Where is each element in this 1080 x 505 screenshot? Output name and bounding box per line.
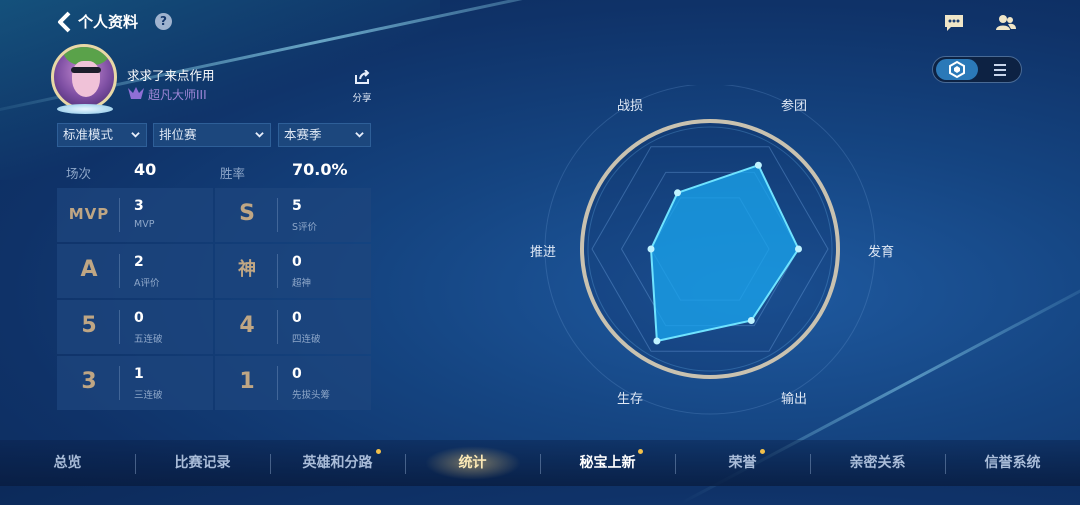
radar-point [647,245,655,253]
chevron-down-icon [355,132,364,138]
stat-value: 2 [134,254,144,270]
page-title: 个人资料 [78,13,139,31]
list-view-button[interactable] [981,59,1019,80]
hexagon-icon [949,60,965,79]
stat-value: 0 [134,310,144,326]
chevron-down-icon [255,132,264,138]
tab-heroes-lanes[interactable]: 英雄和分路 [290,440,385,486]
radar-view-button[interactable] [936,59,978,80]
friends-icon[interactable] [996,13,1016,33]
share-icon [355,69,370,84]
stat-label: S评价 [292,222,318,233]
stat-cell-penta-kill: 5 0 五连破 [57,300,213,354]
mvp-icon: MVP [68,205,110,223]
mode-filter-label: 标准模式 [63,127,114,142]
stat-label: 五连破 [134,334,163,345]
season-filter-label: 本赛季 [284,127,322,142]
stats-grid: MVP 3 MVP S 5 S评价 A 2 A评价 神 0 超神 5 0 五连破… [57,188,371,410]
radar-point [754,161,762,169]
stat-cell-mvp: MVP 3 MVP [57,188,213,242]
rank-badge-icon [128,87,144,99]
s-rating-icon: S [239,201,255,226]
stat-cell-quadra-kill: 4 0 四连破 [215,300,371,354]
rank-label: 超凡大师III [148,88,207,102]
stat-cell-s-rating: S 5 S评价 [215,188,371,242]
tab-overview[interactable]: 总览 [20,440,115,486]
list-icon [994,64,1006,76]
stat-value: 0 [292,310,302,326]
bottom-nav: 总览 比赛记录 英雄和分路 统计 秘宝上新 荣誉 亲密关系 信誉系统 [0,440,1080,486]
stat-value: 0 [292,254,302,270]
back-arrow-icon[interactable] [56,11,74,33]
stat-value: 0 [292,366,302,382]
winrate-label: 胜率 [220,166,246,181]
tab-treasure-new[interactable]: 秘宝上新 [560,440,655,486]
stat-label: 四连破 [292,334,321,345]
stat-cell-a-rating: A 2 A评价 [57,244,213,298]
tab-match-history[interactable]: 比赛记录 [155,440,250,486]
radar-axis-label: 输出 [781,392,808,407]
stat-label: 超神 [292,278,312,289]
tab-credit-system[interactable]: 信誉系统 [965,440,1060,486]
radar-chart: 战损 参团 发育 输出 生存 推进 [520,39,910,415]
radar-axis-label: 战损 [617,99,644,114]
avatar-pedestal [57,104,113,114]
stat-cell-triple-kill: 3 1 三连破 [57,356,213,410]
first-blood-icon: 1 [239,369,255,394]
radar-point [653,337,661,345]
radar-point [795,245,802,253]
stat-label: 三连破 [134,390,163,401]
help-icon[interactable]: ? [155,13,172,30]
tab-new-dot [376,449,381,454]
stat-label: 先拔头筹 [292,390,331,401]
tab-new-dot [760,449,765,454]
stat-label: MVP [134,219,155,230]
tab-new-dot [638,449,643,454]
radar-point [674,189,682,197]
share-button[interactable]: 分享 [350,69,374,104]
godlike-icon: 神 [238,259,256,280]
quadra-kill-icon: 4 [239,313,255,338]
penta-kill-icon: 5 [81,313,97,338]
share-label: 分享 [352,93,372,104]
mode-filter-dropdown[interactable]: 标准模式 [57,123,147,147]
tab-honors[interactable]: 荣誉 [695,440,790,486]
stat-value: 5 [292,198,302,214]
avatar[interactable] [51,44,117,110]
view-toggle [932,56,1022,83]
radar-axis-label: 生存 [617,392,644,407]
winrate-value: 70.0% [292,160,348,179]
triple-kill-icon: 3 [81,369,97,394]
stat-cell-first-blood: 1 0 先拔头筹 [215,356,371,410]
chat-icon[interactable] [944,13,964,33]
stat-cell-godlike: 神 0 超神 [215,244,371,298]
tab-statistics[interactable]: 统计 [425,440,520,486]
stat-label: A评价 [134,278,160,289]
username: 求求了来点作用 [127,68,215,83]
a-rating-icon: A [80,257,98,282]
chevron-down-icon [131,132,140,138]
radar-axis-label: 推进 [530,245,557,260]
radar-point [747,317,755,325]
matches-value: 40 [134,160,157,179]
match-type-filter-label: 排位赛 [159,127,197,142]
tab-relationships[interactable]: 亲密关系 [830,440,925,486]
stat-value: 1 [134,366,144,382]
matches-label: 场次 [66,166,92,181]
match-type-filter-dropdown[interactable]: 排位赛 [153,123,271,147]
season-filter-dropdown[interactable]: 本赛季 [278,123,371,147]
stat-value: 3 [134,198,144,214]
radar-axis-label: 参团 [781,99,808,114]
radar-svg [544,39,876,415]
radar-axis-label: 发育 [868,245,895,260]
